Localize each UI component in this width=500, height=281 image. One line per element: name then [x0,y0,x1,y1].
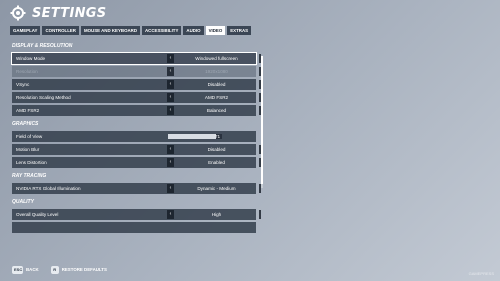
gear-icon [10,5,26,21]
setting-value: High [211,212,222,217]
arrow-right-icon[interactable]: › [259,210,261,219]
fov-value: 71 [215,134,221,139]
r-key-icon[interactable]: R [50,265,59,274]
tab-mouse-and-keyboard[interactable]: MOUSE AND KEYBOARD [80,26,140,35]
page-title: SETTINGS [32,5,107,21]
setting-value: Enabled [208,160,225,165]
setting-label: VSync [16,82,30,87]
setting-rtx-global-illumination[interactable]: NVIDIA RTX Global Illumination ‹ Dynamic… [12,183,261,194]
option-selector: ‹ Disabled › [167,80,261,89]
section-graphics: GRAPHICS [12,121,39,127]
scrollbar-thumb[interactable] [261,56,263,184]
setting-value: 1920x1080 [205,69,228,74]
setting-motion-blur[interactable]: Motion Blur ‹ Disabled › [12,144,261,155]
tab-accessibility[interactable]: ACCESSIBILITY [142,26,182,35]
tab-video[interactable]: VIDEO [205,26,226,35]
setting-resolution-scaling-method[interactable]: Resolution Scaling Method ‹ AMD FSR2 › [12,92,261,103]
fov-slider-fill [168,134,216,139]
page-header: SETTINGS [10,4,106,22]
option-selector: ‹ Balanced › [167,106,261,115]
arrow-left-icon[interactable]: ‹ [167,184,174,193]
setting-label: Field of View [16,134,43,139]
setting-label: Resolution [16,69,38,74]
section-ray-tracing: RAY TRACING [12,173,47,179]
arrow-left-icon: ‹ [167,67,174,76]
option-selector: ‹ Enabled › [167,158,261,167]
watermark: GAMEPRESS [468,271,494,276]
arrow-left-icon[interactable]: ‹ [167,80,174,89]
panel-scrollbar[interactable] [261,56,263,188]
setting-value: Dynamic - Medium [197,186,236,191]
tab-controller[interactable]: CONTROLLER [42,26,79,35]
esc-key-icon[interactable]: ESC [12,265,23,274]
fov-slider[interactable] [168,134,222,139]
tab-audio[interactable]: AUDIO [183,26,204,35]
footer-controls: ESC BACK R RESTORE DEFAULTS [12,265,107,274]
arrow-left-icon[interactable]: ‹ [167,93,174,102]
setting-field-of-view[interactable]: Field of View 71 [12,131,256,142]
arrow-left-icon[interactable]: ‹ [167,158,174,167]
setting-amd-fsr2[interactable]: AMD FSR2 ‹ Balanced › [12,105,261,116]
section-display-resolution: DISPLAY & RESOLUTION [12,43,73,49]
setting-window-mode[interactable]: Window Mode ‹ Windowed fullscreen › [11,52,261,65]
setting-label: Lens Distortion [16,160,47,165]
option-selector: ‹ 1920x1080 › [167,67,261,76]
back-button[interactable]: BACK [26,267,39,272]
setting-value: Windowed fullscreen [195,56,238,61]
option-selector: ‹ High › [167,210,261,219]
setting-label: Overall Quality Level [16,212,59,217]
tab-extras[interactable]: EXTRAS [227,26,252,35]
option-selector: ‹ AMD FSR2 › [167,93,261,102]
option-selector: ‹ Dynamic - Medium › [167,184,261,193]
arrow-left-icon[interactable]: ‹ [167,145,174,154]
section-quality: QUALITY [12,199,34,205]
option-selector: ‹ Disabled › [167,145,261,154]
setting-partial-row [12,222,256,233]
arrow-left-icon[interactable]: ‹ [167,54,174,63]
settings-tabs: GAMEPLAY CONTROLLER MOUSE AND KEYBOARD A… [10,26,253,35]
setting-label: AMD FSR2 [16,108,40,113]
restore-defaults-button[interactable]: RESTORE DEFAULTS [62,267,107,272]
setting-label: NVIDIA RTX Global Illumination [16,186,81,191]
setting-value: Balanced [206,108,227,113]
setting-lens-distortion[interactable]: Lens Distortion ‹ Enabled › [12,157,261,168]
setting-label: Window Mode [16,56,46,61]
setting-label: Resolution Scaling Method [16,95,71,100]
settings-panel: DISPLAY & RESOLUTION Window Mode ‹ Windo… [10,40,261,256]
setting-value: AMD FSR2 [204,95,229,100]
arrow-left-icon[interactable]: ‹ [167,210,174,219]
option-selector: ‹ Windowed fullscreen › [167,54,261,63]
setting-value: Disabled [207,147,226,152]
setting-overall-quality-level[interactable]: Overall Quality Level ‹ High › [12,209,261,220]
arrow-left-icon[interactable]: ‹ [167,106,174,115]
setting-value: Disabled [207,82,226,87]
setting-resolution: Resolution ‹ 1920x1080 › [12,66,261,77]
setting-label: Motion Blur [16,147,40,152]
setting-vsync[interactable]: VSync ‹ Disabled › [12,79,261,90]
tab-gameplay[interactable]: GAMEPLAY [10,26,41,35]
